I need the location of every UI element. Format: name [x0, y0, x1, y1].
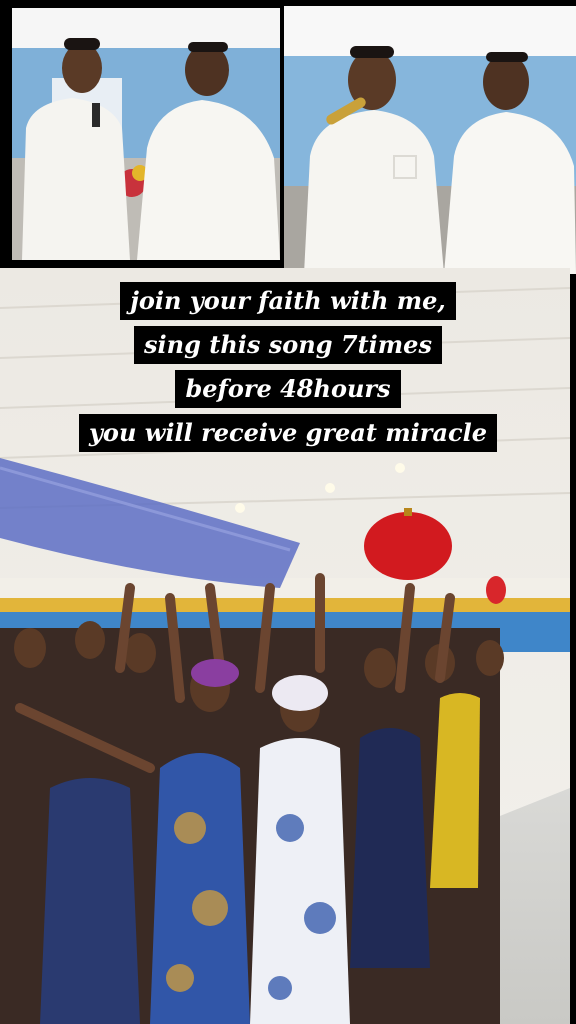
two-men-photo-left [12, 8, 280, 260]
caption-overlay: join your faith with me, sing this song … [0, 282, 576, 458]
two-men-photo-right [284, 6, 576, 274]
two-men-photo-left-image [12, 8, 280, 260]
caption-line-4: you will receive great miracle [78, 414, 497, 452]
caption-line-3: before 48hours [175, 370, 401, 408]
two-men-photo-right-image [284, 6, 576, 274]
caption-line-1: join your faith with me, [120, 282, 456, 320]
caption-line-2: sing this song 7times [134, 326, 442, 364]
